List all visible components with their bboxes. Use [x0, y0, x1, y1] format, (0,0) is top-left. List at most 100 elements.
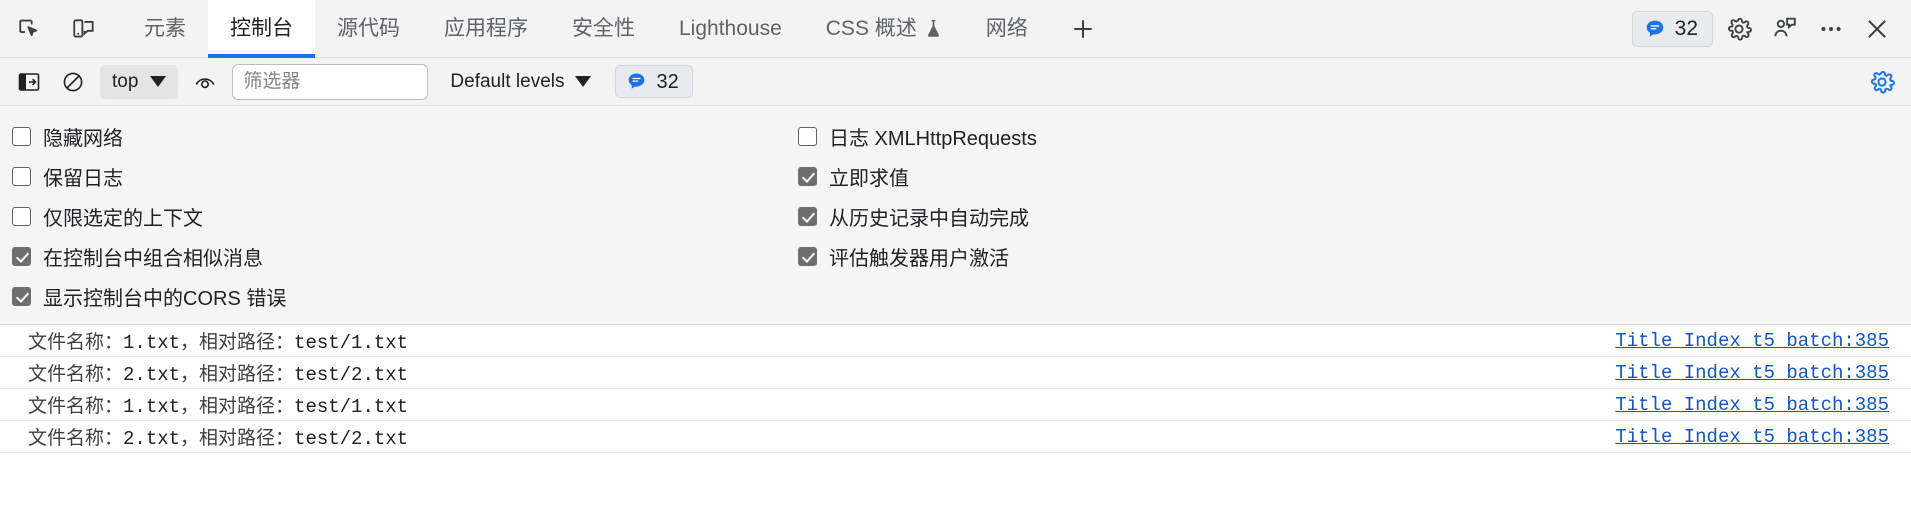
console-message-text: 文件名称：1.txt，相对路径：test/1.txt — [28, 391, 408, 418]
devtools-tabs: 元素 控制台 源代码 应用程序 安全性 Lighthouse CSS 概述 网络 — [122, 0, 1116, 58]
setting-label: 仅限选定的上下文 — [43, 207, 203, 230]
message-label-path: ，相对路径： — [180, 428, 295, 449]
message-bubble-icon — [1646, 20, 1663, 36]
message-bubble-icon — [629, 73, 645, 89]
table-row[interactable]: 文件名称：1.txt，相对路径：test/1.txt Title_Index_t… — [0, 389, 1911, 421]
message-count: 32 — [1674, 17, 1698, 40]
console-sidebar-icon[interactable] — [12, 65, 46, 99]
message-label-file: 文件名称： — [28, 332, 124, 353]
live-expression-icon[interactable] — [188, 65, 222, 99]
checkbox[interactable] — [798, 246, 817, 266]
console-source-link[interactable]: Title_Index_t5_batch:385 — [1615, 330, 1889, 352]
tab-bar-right-controls: 32 — [1631, 0, 1911, 57]
message-file-name: 1.txt — [123, 396, 181, 418]
console-message-list: 文件名称：1.txt，相对路径：test/1.txt Title_Index_t… — [0, 325, 1911, 453]
message-file-path: test/1.txt — [294, 396, 409, 418]
console-message-text: 文件名称：2.txt，相对路径：test/2.txt — [28, 423, 408, 450]
log-levels-value: Default levels — [450, 70, 565, 92]
console-source-link[interactable]: Title_Index_t5_batch:385 — [1615, 426, 1889, 448]
setting-label: 隐藏网络 — [43, 127, 123, 150]
setting-selected-context-only[interactable]: 仅限选定的上下文 — [8, 196, 790, 236]
table-row[interactable]: 文件名称：2.txt，相对路径：test/2.txt Title_Index_t… — [0, 421, 1911, 453]
setting-show-cors-errors[interactable]: 显示控制台中的CORS 错误 — [8, 276, 790, 316]
checkbox[interactable] — [12, 166, 31, 186]
filter-input[interactable] — [232, 63, 429, 100]
chevron-down-icon — [575, 76, 592, 87]
console-message-text: 文件名称：1.txt，相对路径：test/1.txt — [28, 327, 408, 354]
toolbar-message-count-badge[interactable]: 32 — [615, 65, 693, 98]
toolbar-message-count: 32 — [656, 70, 679, 93]
console-message-text: 文件名称：2.txt，相对路径：test/2.txt — [28, 359, 408, 386]
execution-context-select[interactable]: top — [100, 64, 179, 99]
tab-css-overview[interactable]: CSS 概述 — [804, 0, 964, 57]
console-source-link[interactable]: Title_Index_t5_batch:385 — [1615, 394, 1889, 416]
console-settings-icon[interactable] — [1865, 65, 1899, 99]
tab-label: 应用程序 — [444, 17, 528, 40]
setting-preserve-log[interactable]: 保留日志 — [8, 156, 790, 196]
tab-label: 控制台 — [230, 17, 293, 40]
message-label-path: ，相对路径： — [180, 364, 295, 385]
message-file-path: test/1.txt — [294, 332, 409, 354]
checkbox[interactable] — [798, 166, 817, 186]
tab-application[interactable]: 应用程序 — [422, 0, 550, 57]
setting-label: 从历史记录中自动完成 — [829, 207, 1029, 230]
log-levels-select[interactable]: Default levels — [444, 67, 597, 97]
message-count-badge[interactable]: 32 — [1631, 10, 1713, 47]
setting-hide-network[interactable]: 隐藏网络 — [8, 116, 790, 156]
setting-evaluate-triggers-user-activation[interactable]: 评估触发器用户激活 — [794, 236, 1037, 276]
message-label-path: ，相对路径： — [180, 332, 295, 353]
tab-label: Lighthouse — [679, 17, 782, 40]
setting-label: 评估触发器用户激活 — [829, 247, 1009, 270]
tab-label: 网络 — [985, 17, 1028, 40]
tab-lighthouse[interactable]: Lighthouse — [657, 0, 804, 57]
message-file-path: test/2.txt — [294, 364, 409, 386]
inspect-element-icon[interactable] — [10, 9, 50, 49]
setting-group-similar[interactable]: 在控制台中组合相似消息 — [8, 236, 790, 276]
chevron-down-icon — [150, 76, 167, 87]
checkbox[interactable] — [798, 206, 817, 226]
setting-log-xhr[interactable]: 日志 XMLHttpRequests — [794, 116, 1037, 156]
settings-column-left: 隐藏网络 保留日志 仅限选定的上下文 在控制台中组合相似消息 显示控制台中的CO… — [0, 116, 790, 316]
tab-sources[interactable]: 源代码 — [315, 0, 422, 57]
table-row[interactable]: 文件名称：1.txt，相对路径：test/1.txt Title_Index_t… — [0, 325, 1911, 357]
settings-column-right: 日志 XMLHttpRequests 立即求值 从历史记录中自动完成 评估触发器… — [790, 116, 1037, 316]
setting-label: 在控制台中组合相似消息 — [43, 247, 263, 270]
console-source-link[interactable]: Title_Index_t5_batch:385 — [1615, 362, 1889, 384]
message-file-name: 1.txt — [123, 332, 181, 354]
setting-autocomplete-from-history[interactable]: 从历史记录中自动完成 — [794, 196, 1037, 236]
tab-label: 安全性 — [572, 17, 635, 40]
tab-bar-left-icons — [0, 0, 104, 57]
table-row[interactable]: 文件名称：2.txt，相对路径：test/2.txt Title_Index_t… — [0, 357, 1911, 389]
tab-label: CSS 概述 — [825, 17, 917, 40]
clear-console-icon[interactable] — [56, 65, 90, 99]
feedback-icon[interactable] — [1765, 9, 1805, 49]
setting-label: 显示控制台中的CORS 错误 — [43, 287, 287, 310]
checkbox[interactable] — [12, 206, 31, 226]
execution-context-value: top — [112, 70, 139, 92]
message-file-path: test/2.txt — [294, 428, 409, 450]
checkbox[interactable] — [798, 126, 817, 146]
devtools-tab-bar: 元素 控制台 源代码 应用程序 安全性 Lighthouse CSS 概述 网络 — [0, 0, 1911, 58]
tab-console[interactable]: 控制台 — [208, 0, 315, 58]
experiment-flask-icon — [925, 19, 942, 38]
tab-network[interactable]: 网络 — [964, 0, 1050, 57]
console-settings-panel: 隐藏网络 保留日志 仅限选定的上下文 在控制台中组合相似消息 显示控制台中的CO… — [0, 106, 1911, 325]
message-label-path: ，相对路径： — [180, 396, 295, 417]
checkbox[interactable] — [12, 286, 31, 306]
setting-eager-evaluation[interactable]: 立即求值 — [794, 156, 1037, 196]
setting-label: 立即求值 — [829, 167, 909, 190]
settings-gear-icon[interactable] — [1719, 9, 1759, 49]
checkbox[interactable] — [12, 246, 31, 266]
message-file-name: 2.txt — [123, 364, 181, 386]
checkbox[interactable] — [12, 126, 31, 146]
tab-label: 元素 — [144, 17, 186, 40]
message-file-name: 2.txt — [123, 428, 181, 450]
device-toolbar-icon[interactable] — [64, 9, 104, 49]
setting-label: 日志 XMLHttpRequests — [829, 127, 1037, 150]
add-tab-button[interactable] — [1050, 0, 1116, 57]
close-devtools-icon[interactable] — [1857, 9, 1897, 49]
tab-elements[interactable]: 元素 — [122, 0, 208, 57]
more-options-icon[interactable] — [1811, 9, 1851, 49]
tab-security[interactable]: 安全性 — [550, 0, 657, 57]
message-label-file: 文件名称： — [28, 364, 124, 385]
